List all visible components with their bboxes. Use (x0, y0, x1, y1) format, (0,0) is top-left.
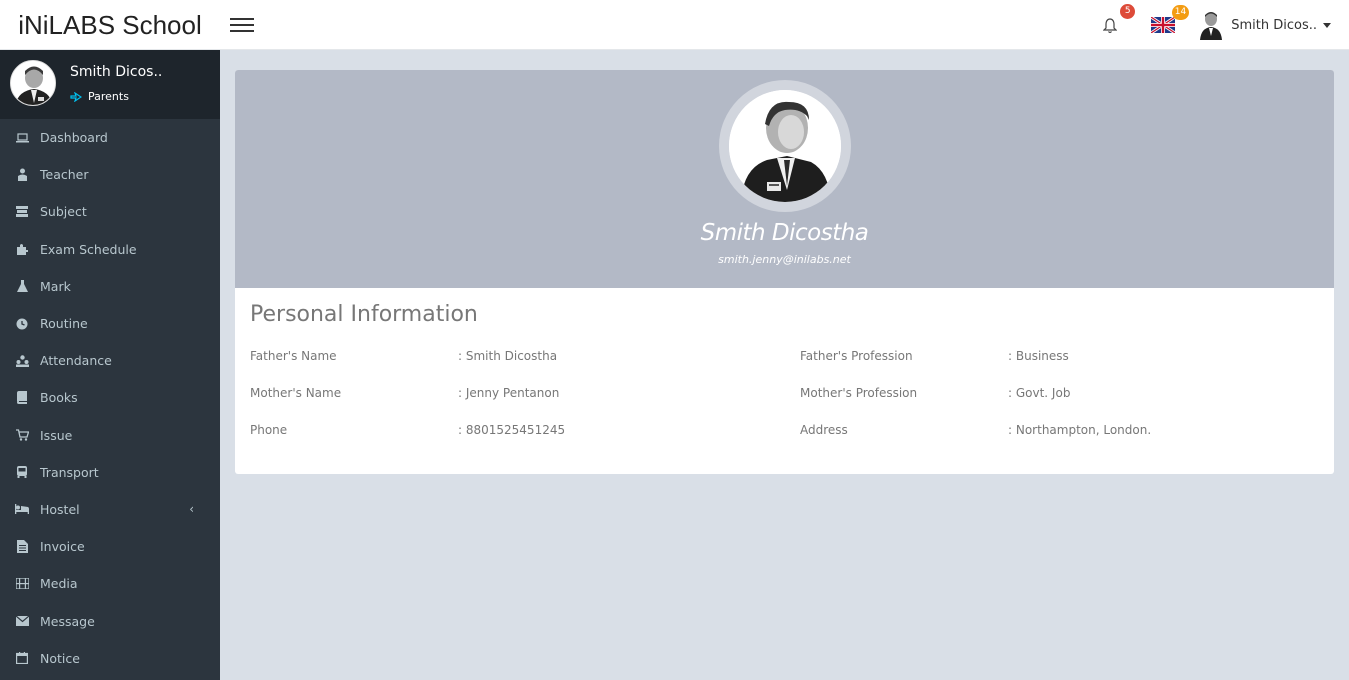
sidebar-item-books[interactable]: Books (0, 379, 220, 416)
info-value: : 8801525451245 (458, 423, 566, 437)
sidebar-item-label: Books (40, 390, 78, 406)
info-value: : Northampton, London. (1008, 423, 1152, 437)
sidebar-item-label: Transport (40, 464, 99, 480)
sidebar-item-issue[interactable]: Issue (0, 417, 220, 454)
sidebar-item-routine[interactable]: Routine (0, 305, 220, 342)
sidebar-user-panel: Smith Dicos.. Parents (0, 50, 220, 119)
profile-avatar (719, 80, 851, 212)
profile-name: Smith Dicostha (700, 220, 869, 246)
chevron-down-icon (1323, 22, 1331, 28)
personal-info-title: Personal Information (250, 302, 478, 327)
info-label: Mother's Profession (800, 386, 918, 400)
books-icon (15, 391, 29, 405)
info-label: Phone (250, 423, 288, 437)
language-count-badge: 14 (1171, 5, 1190, 20)
hand-pointer-icon (70, 91, 82, 102)
calendar-icon (15, 651, 29, 665)
navbar-right: 5 14 Smith Dicos.. (1102, 0, 1331, 50)
bus-icon (15, 465, 29, 479)
sidebar-item-label: Issue (40, 427, 73, 443)
sidebar-item-label: Invoice (40, 539, 85, 555)
sidebar-item-label: Hostel (40, 501, 80, 517)
sidebar-item-hostel[interactable]: Hostel ‹ (0, 491, 220, 528)
info-label: Mother's Name (250, 386, 342, 400)
info-label: Address (800, 423, 848, 437)
sidebar-item-label: Routine (40, 316, 88, 332)
sidebar-item-subject[interactable]: Subject (0, 193, 220, 230)
sidebar-item-label: Subject (40, 204, 87, 220)
role-label: Parents (88, 90, 129, 103)
user-dropdown[interactable]: Smith Dicos.. (1199, 10, 1331, 40)
chevron-left-icon[interactable]: ‹ (189, 502, 194, 516)
info-label: Father's Name (250, 349, 337, 363)
book-stack-icon (15, 205, 29, 219)
sidebar-item-attendance[interactable]: Attendance (0, 342, 220, 379)
sidebar-item-label: Media (40, 576, 78, 592)
sidebar-item-mark[interactable]: Mark (0, 268, 220, 305)
sidebar-user-name: Smith Dicos.. (70, 64, 163, 80)
sidebar-item-transport[interactable]: Transport (0, 454, 220, 491)
sidebar-menu: Dashboard Teacher Subject Exam Schedule … (0, 119, 220, 677)
sitemap-icon (15, 354, 29, 368)
invoice-icon (15, 540, 29, 554)
user-name-label: Smith Dicos.. (1231, 17, 1317, 33)
info-value: : Govt. Job (1008, 386, 1071, 400)
flask-icon (15, 279, 29, 293)
sidebar-item-label: Mark (40, 278, 71, 294)
sidebar: Smith Dicos.. Parents Dashboard Teacher … (0, 50, 220, 680)
sidebar-item-dashboard[interactable]: Dashboard (0, 119, 220, 156)
profile-card: Smith Dicostha smith.jenny@inilabs.net P… (235, 70, 1334, 474)
notifications-bell-icon[interactable]: 5 (1102, 4, 1136, 34)
envelope-icon (15, 614, 29, 628)
info-label: Father's Profession (800, 349, 913, 363)
avatar (10, 60, 56, 106)
sidebar-item-exam-schedule[interactable]: Exam Schedule (0, 231, 220, 268)
puzzle-icon (15, 242, 29, 256)
sidebar-item-media[interactable]: Media (0, 565, 220, 602)
profile-email: smith.jenny@inilabs.net (718, 253, 851, 266)
profile-banner: Smith Dicostha smith.jenny@inilabs.net (235, 70, 1334, 288)
language-flag-icon[interactable]: 14 (1150, 5, 1190, 35)
notification-count-badge: 5 (1120, 4, 1136, 19)
teacher-icon (15, 168, 29, 182)
clock-icon (15, 317, 29, 331)
sidebar-user-role: Parents (70, 90, 129, 103)
sidebar-item-label: Notice (40, 650, 80, 666)
sidebar-item-label: Dashboard (40, 130, 108, 146)
sidebar-item-teacher[interactable]: Teacher (0, 156, 220, 193)
sidebar-item-label: Exam Schedule (40, 241, 137, 257)
user-avatar-small (1199, 10, 1223, 40)
info-value: : Business (1008, 349, 1069, 363)
bed-icon (15, 502, 29, 516)
info-value: : Smith Dicostha (458, 349, 558, 363)
sidebar-item-message[interactable]: Message (0, 602, 220, 639)
sidebar-item-label: Attendance (40, 353, 112, 369)
sidebar-item-notice[interactable]: Notice (0, 640, 220, 677)
film-icon (15, 577, 29, 591)
sidebar-item-label: Message (40, 613, 95, 629)
sidebar-toggle-icon[interactable] (230, 14, 254, 36)
brand-logo[interactable]: iNiLABS School (0, 0, 220, 50)
sidebar-item-label: Teacher (40, 167, 89, 183)
laptop-icon (15, 131, 29, 145)
top-navbar: iNiLABS School 5 14 Smith Dicos.. (0, 0, 1349, 50)
info-value: : Jenny Pentanon (458, 386, 560, 400)
cart-icon (15, 428, 29, 442)
sidebar-item-invoice[interactable]: Invoice (0, 528, 220, 565)
